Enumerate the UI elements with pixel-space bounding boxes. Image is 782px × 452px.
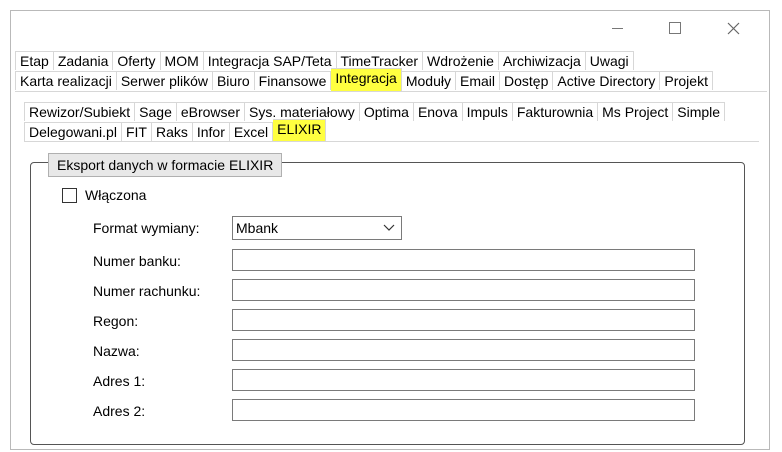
sub-tabs-row-2: Delegowani.pl FIT Raks Infor Excel ELIXIR xyxy=(24,119,327,142)
tab-etap[interactable]: Etap xyxy=(15,51,54,70)
tab-rewizor-subiekt[interactable]: Rewizor/Subiekt xyxy=(24,102,136,121)
close-icon xyxy=(727,22,739,34)
close-button[interactable] xyxy=(704,10,762,46)
tab-email[interactable]: Email xyxy=(455,71,500,90)
tab-wdrozenie[interactable]: Wdrożenie xyxy=(423,51,499,70)
enabled-checkbox-row[interactable]: Włączona xyxy=(62,187,146,203)
chevron-down-icon xyxy=(383,224,395,231)
tab-integracja-sap-teta[interactable]: Integracja SAP/Teta xyxy=(203,51,337,70)
tab-enova[interactable]: Enova xyxy=(413,102,463,121)
minimize-button[interactable] xyxy=(588,10,646,46)
subtabs-divider xyxy=(24,141,759,142)
main-tabs-row-2: Karta realizacji Serwer plików Biuro Finans… xyxy=(15,68,713,91)
enabled-label: Włączona xyxy=(85,187,147,203)
field-input-adres-2[interactable] xyxy=(232,399,695,421)
tab-finansowe[interactable]: Finansowe xyxy=(254,71,332,90)
tab-delegowani-pl[interactable]: Delegowani.pl xyxy=(24,122,122,141)
tab-integracja[interactable]: Integracja xyxy=(331,68,402,91)
tab-uwagi[interactable]: Uwagi xyxy=(585,51,634,70)
tab-dostep[interactable]: Dostęp xyxy=(500,71,554,90)
tabs-divider xyxy=(15,91,767,92)
format-select[interactable]: Mbank xyxy=(232,216,402,240)
tab-fit[interactable]: FIT xyxy=(121,122,152,141)
tab-sage[interactable]: Sage xyxy=(135,102,177,121)
sub-tabs-row-1: Rewizor/Subiekt Sage eBrowser Sys. materiał… xyxy=(24,102,726,122)
tab-mom[interactable]: MOM xyxy=(160,51,204,70)
tab-zadania[interactable]: Zadania xyxy=(53,51,114,70)
tab-moduly[interactable]: Moduły xyxy=(401,71,456,90)
tab-raks[interactable]: Raks xyxy=(151,122,193,141)
enabled-checkbox[interactable] xyxy=(62,187,77,203)
tab-biuro[interactable]: Biuro xyxy=(212,71,255,90)
tab-fakturownia[interactable]: Fakturownia xyxy=(512,102,599,121)
tab-optima[interactable]: Optima xyxy=(359,102,414,121)
field-label-numer-banku: Numer banku: xyxy=(93,253,181,269)
minimize-icon xyxy=(611,27,623,29)
format-select-value: Mbank xyxy=(236,220,279,236)
maximize-icon xyxy=(669,22,681,34)
field-label-adres-2: Adres 2: xyxy=(93,403,146,419)
group-title: Eksport danych w formacie ELIXIR xyxy=(48,153,283,177)
tab-infor[interactable]: Infor xyxy=(192,122,230,141)
field-input-nazwa[interactable] xyxy=(232,339,695,361)
format-label: Format wymiany: xyxy=(93,220,200,236)
main-tabs-row-1: Etap Zadania Oferty MOM Integracja SAP/Teta T… xyxy=(15,51,634,71)
tab-excel[interactable]: Excel xyxy=(229,122,274,141)
field-input-numer-banku[interactable] xyxy=(232,249,695,271)
tab-elixir[interactable]: ELIXIR xyxy=(273,119,327,142)
field-label-nazwa: Nazwa: xyxy=(93,343,140,359)
maximize-button[interactable] xyxy=(646,10,704,46)
field-input-regon[interactable] xyxy=(232,309,695,331)
tab-archiwizacja[interactable]: Archiwizacja xyxy=(498,51,586,70)
tab-karta-realizacji[interactable]: Karta realizacji xyxy=(15,71,117,90)
tab-simple[interactable]: Simple xyxy=(673,102,726,121)
tab-ebrowser[interactable]: eBrowser xyxy=(176,102,245,121)
field-input-adres-1[interactable] xyxy=(232,369,695,391)
tab-projekt[interactable]: Projekt xyxy=(660,71,713,90)
tab-active-directory[interactable]: Active Directory xyxy=(553,71,661,90)
tab-ms-project[interactable]: Ms Project xyxy=(598,102,674,121)
field-label-regon: Regon: xyxy=(93,313,139,329)
field-label-numer-rachunku: Numer rachunku: xyxy=(93,283,201,299)
tab-impuls[interactable]: Impuls xyxy=(462,102,513,121)
tab-oferty[interactable]: Oferty xyxy=(113,51,161,70)
field-input-numer-rachunku[interactable] xyxy=(232,279,695,301)
tab-serwer-plikow[interactable]: Serwer plików xyxy=(116,71,213,90)
field-label-adres-1: Adres 1: xyxy=(93,373,146,389)
